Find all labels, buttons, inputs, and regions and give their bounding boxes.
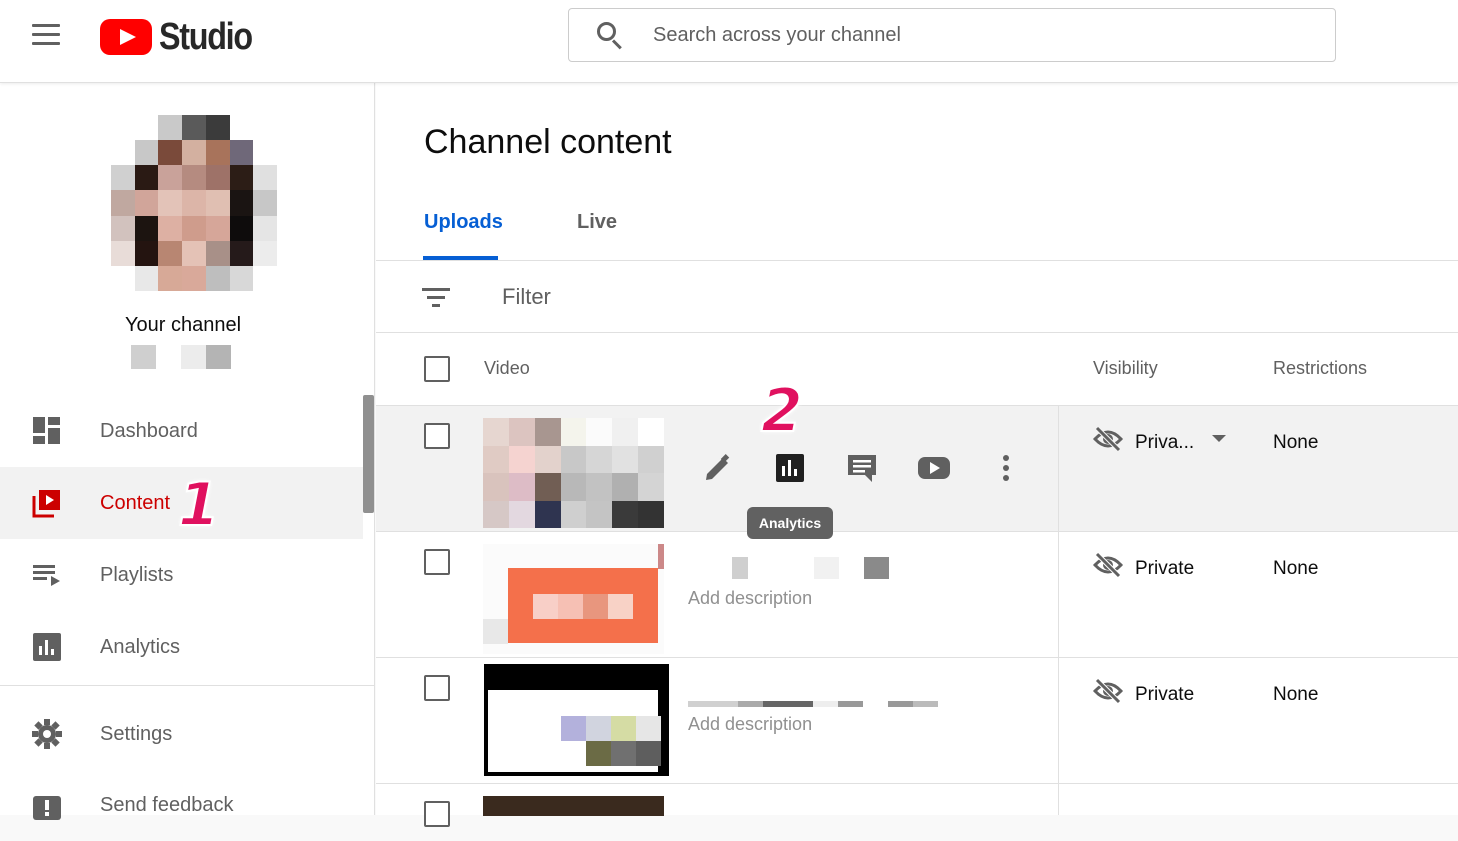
- analytics-icon[interactable]: [773, 451, 807, 485]
- divider: [376, 783, 1458, 784]
- video-description[interactable]: Add description: [688, 714, 812, 735]
- search-input[interactable]: [653, 23, 1293, 47]
- column-separator: [1058, 658, 1059, 784]
- more-options-icon[interactable]: [989, 451, 1023, 485]
- edit-icon[interactable]: [701, 451, 735, 485]
- sidebar-item-dashboard[interactable]: Dashboard: [0, 395, 363, 467]
- search-box[interactable]: [568, 8, 1336, 62]
- page-title: Channel content: [424, 123, 672, 161]
- column-separator: [1058, 406, 1059, 532]
- top-bar: Studio: [0, 0, 1458, 83]
- sidebar-item-settings[interactable]: Settings: [0, 698, 363, 770]
- video-thumbnail[interactable]: [484, 664, 669, 776]
- sidebar-item-send-feedback[interactable]: Send feedback: [0, 769, 363, 841]
- analytics-icon: [33, 633, 61, 661]
- channel-handle: [131, 345, 231, 369]
- eye-off-icon: [1093, 426, 1123, 452]
- video-thumbnail[interactable]: [483, 796, 664, 816]
- tab-live[interactable]: Live: [577, 211, 617, 234]
- eye-off-icon: [1093, 552, 1123, 578]
- search-icon[interactable]: [595, 20, 625, 50]
- video-title[interactable]: [688, 701, 938, 707]
- sidebar-item-label: Dashboard: [100, 419, 198, 442]
- row-checkbox[interactable]: [424, 549, 450, 575]
- video-thumbnail[interactable]: [483, 544, 664, 654]
- restrictions-value: None: [1273, 432, 1319, 453]
- filter-input[interactable]: Filter: [502, 284, 551, 310]
- sidebar-item-analytics[interactable]: Analytics: [0, 611, 363, 683]
- avatar[interactable]: [111, 115, 277, 291]
- channel-name: Your channel: [124, 314, 242, 336]
- restrictions-value: None: [1273, 558, 1319, 579]
- dashboard-icon: [33, 417, 60, 444]
- visibility-value[interactable]: Private: [1135, 558, 1194, 580]
- visibility-value[interactable]: Private: [1135, 684, 1194, 706]
- row-checkbox[interactable]: [424, 423, 450, 449]
- select-all-checkbox[interactable]: [424, 356, 450, 382]
- sidebar-item-label: Analytics: [100, 635, 181, 658]
- tab-uploads[interactable]: Uploads: [424, 211, 503, 234]
- video-title[interactable]: [688, 557, 889, 579]
- gear-icon: [32, 719, 62, 749]
- main-content: Channel content Uploads Live Filter Vide…: [376, 83, 1458, 827]
- comments-icon[interactable]: [845, 451, 879, 485]
- content-icon: [32, 490, 60, 518]
- playlists-icon: [33, 565, 60, 586]
- divider: [376, 332, 1458, 333]
- column-header-visibility[interactable]: Visibility: [1093, 358, 1158, 379]
- visibility-value[interactable]: Priva...: [1135, 432, 1194, 454]
- divider: [376, 260, 1458, 261]
- filter-icon[interactable]: [422, 288, 450, 308]
- column-separator: [1058, 784, 1059, 815]
- menu-icon[interactable]: [32, 24, 60, 48]
- column-header-video: Video: [484, 358, 530, 378]
- sidebar: Your channel Dashboard Content Playlists…: [0, 83, 375, 820]
- youtube-view-icon[interactable]: [917, 451, 951, 485]
- sidebar-item-label: Content: [100, 491, 171, 514]
- column-separator: [1058, 532, 1059, 658]
- step-annotation-2: 2: [760, 375, 804, 447]
- video-thumbnail[interactable]: [483, 418, 664, 528]
- step-annotation-1: 1: [177, 469, 221, 541]
- eye-off-icon: [1093, 678, 1123, 704]
- youtube-play-icon: [100, 19, 152, 55]
- sidebar-divider: [0, 685, 375, 686]
- logo-text: Studio: [159, 15, 253, 58]
- youtube-studio-logo[interactable]: Studio: [100, 15, 268, 58]
- sidebar-item-label: Send feedback: [100, 793, 234, 816]
- column-header-restrictions[interactable]: Restrictions: [1273, 358, 1367, 379]
- restrictions-value: None: [1273, 684, 1319, 705]
- sidebar-scrollbar[interactable]: [363, 395, 374, 513]
- video-description[interactable]: Add description: [688, 588, 812, 609]
- feedback-icon: [33, 796, 61, 820]
- row-checkbox[interactable]: [424, 801, 450, 827]
- sidebar-item-label: Playlists: [100, 563, 174, 586]
- analytics-tooltip: Analytics: [747, 507, 833, 539]
- sidebar-item-label: Settings: [100, 722, 173, 745]
- row-checkbox[interactable]: [424, 675, 450, 701]
- visibility-dropdown-icon[interactable]: [1212, 435, 1226, 442]
- sidebar-item-playlists[interactable]: Playlists: [0, 539, 363, 611]
